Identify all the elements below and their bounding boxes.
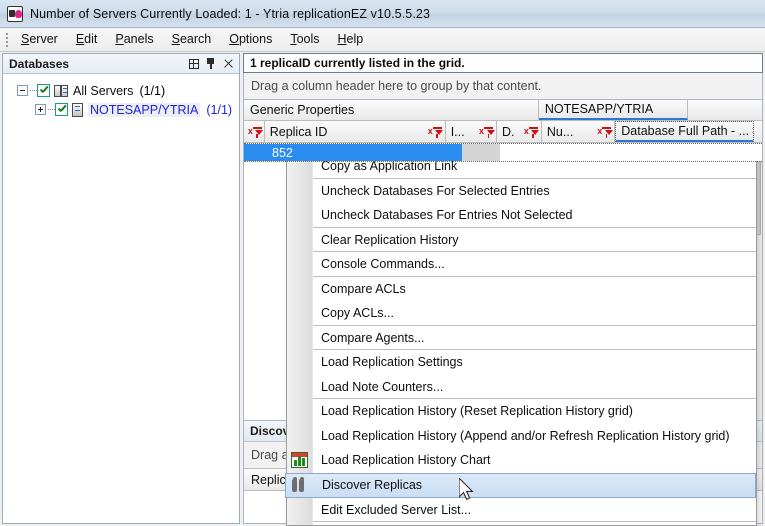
app-icon [7, 5, 23, 22]
menu-item-label: Load Note Counters... [321, 379, 444, 394]
menu-item-load-replication-history-reset[interactable]: Load Replication History (Reset Replicat… [313, 399, 756, 424]
databases-panel: Databases All Servers (1/1) NOTESAPP/YTR… [2, 53, 240, 524]
column-header-i[interactable]: I... x [445, 121, 498, 142]
filter-icon[interactable]: x [248, 126, 264, 138]
menu-item-load-replication-history-append[interactable]: Load Replication History (Append and/or … [313, 424, 756, 449]
menu-item-console-commands[interactable]: Console Commands... [313, 252, 756, 277]
tree-node-label: NOTESAPP/YTRIA [88, 102, 201, 117]
column-header-label: Replica ID [269, 124, 328, 139]
menu-item-label: Compare Agents... [321, 330, 425, 345]
filter-icon[interactable]: x [597, 126, 613, 138]
menu-server[interactable]: Server [12, 29, 67, 50]
databases-panel-header: Databases [3, 54, 239, 74]
menu-options[interactable]: Options [220, 29, 281, 50]
menu-item-uncheck-databases-not-selected[interactable]: Uncheck Databases For Entries Not Select… [313, 203, 756, 228]
grid-header-groups: Generic Properties NOTESAPP/YTRIA [244, 100, 762, 121]
column-header-database-full-path[interactable]: Database Full Path - ... x [615, 121, 755, 142]
menu-bar: Server Edit Panels Search Options Tools … [0, 28, 765, 52]
column-header-nu[interactable]: Nu... x [541, 121, 616, 142]
header-group-notesapp-ytria[interactable]: NOTESAPP/YTRIA [538, 100, 689, 120]
server-icon [72, 102, 83, 117]
grid-column-headers: x Replica ID x I... x D. x Nu... x Datab… [244, 121, 762, 143]
menu-item-label: Load Replication History (Append and/or … [321, 428, 730, 443]
databases-panel-title: Databases [9, 56, 70, 71]
column-header-replica-id[interactable]: Replica ID x [264, 121, 446, 142]
close-icon [223, 58, 234, 69]
header-group-generic-properties[interactable]: Generic Properties [244, 100, 539, 120]
menu-tools[interactable]: Tools [281, 29, 328, 50]
menu-grip-handle[interactable] [3, 28, 12, 52]
context-menu: Copy as Application Link Uncheck Databas… [285, 153, 757, 526]
column-header-label: D. [502, 124, 515, 139]
menu-help[interactable]: Help [329, 29, 373, 50]
filter-icon[interactable]: x [479, 126, 495, 138]
cell-truncated [462, 144, 500, 161]
menu-item-compare-acls[interactable]: Compare ACLs [313, 277, 756, 302]
menu-item-label: Compare ACLs [321, 281, 406, 296]
expander-collapse-icon[interactable] [17, 85, 28, 96]
menu-panels[interactable]: Panels [106, 29, 162, 50]
maximize-panel-button[interactable] [186, 56, 202, 72]
menu-item-discover-replicas[interactable]: Discover Replicas [285, 472, 756, 498]
table-row[interactable]: 852 [244, 143, 762, 162]
row-selector-cell[interactable] [244, 144, 266, 161]
title-bar: Number of Servers Currently Loaded: 1 - … [0, 0, 765, 28]
tree-node-all-servers[interactable]: All Servers (1/1) [3, 81, 239, 100]
pin-panel-button[interactable] [203, 56, 219, 72]
column-header-select-all[interactable]: x [244, 121, 265, 142]
menu-item-label: Console Commands... [321, 257, 445, 272]
header-group-empty [688, 100, 762, 120]
menu-item-copy-acls[interactable]: Copy ACLs... [313, 301, 756, 326]
people-icon [291, 476, 307, 493]
tree-node-count: (1/1) [139, 83, 166, 98]
menu-item-label: Load Replication History Chart [321, 453, 491, 468]
menu-item-label: Edit Excluded Server List... [321, 502, 472, 517]
servers-icon [54, 84, 68, 98]
column-header-label: Database Full Path - ... [621, 124, 750, 138]
menu-item-label: Copy ACLs... [321, 306, 394, 321]
group-by-dropzone[interactable]: Drag a column header here to group by th… [243, 73, 763, 100]
context-menu-items: Copy as Application Link Uncheck Databas… [285, 154, 756, 525]
menu-item-clear-replication-history[interactable]: Clear Replication History [313, 228, 756, 253]
menu-search[interactable]: Search [163, 29, 221, 50]
menu-item-load-note-counters[interactable]: Load Note Counters... [313, 375, 756, 400]
column-header-label: I... [450, 124, 465, 139]
filter-icon[interactable]: x [428, 126, 444, 138]
tree-node-notesapp-ytria[interactable]: NOTESAPP/YTRIA (1/1) [3, 100, 239, 119]
pin-icon [206, 58, 216, 69]
menu-item-label: Load Replication History (Reset Replicat… [321, 404, 633, 419]
chart-icon [291, 452, 308, 469]
tree-connector [30, 90, 37, 91]
application-window: Number of Servers Currently Loaded: 1 - … [0, 0, 765, 526]
menu-item-label: Uncheck Databases For Entries Not Select… [321, 208, 573, 223]
checkbox-notesapp-ytria[interactable] [55, 103, 68, 116]
menu-item-compare-agents[interactable]: Compare Agents... [313, 326, 756, 351]
databases-tree: All Servers (1/1) NOTESAPP/YTRIA (1/1) [3, 74, 239, 523]
menu-item-label: Discover Replicas [322, 478, 423, 492]
maximize-icon [189, 58, 199, 69]
menu-edit[interactable]: Edit [67, 29, 107, 50]
column-header-d[interactable]: D. x [497, 121, 542, 142]
tree-connector [48, 109, 55, 110]
column-header-label: Nu... [546, 124, 574, 139]
tree-node-count: (1/1) [206, 102, 233, 117]
filter-icon[interactable]: x [524, 126, 540, 138]
menu-item-label: Clear Replication History [321, 232, 459, 247]
cell-blank [500, 144, 762, 161]
menu-item-label: Load Replication Settings [321, 355, 463, 370]
menu-item-uncheck-databases-selected[interactable]: Uncheck Databases For Selected Entries [313, 179, 756, 204]
window-title: Number of Servers Currently Loaded: 1 - … [30, 6, 431, 21]
context-menu-icon-gutter [287, 154, 313, 525]
checkbox-all-servers[interactable] [37, 84, 50, 97]
menu-item-edit-excluded-server-list[interactable]: Edit Excluded Server List... [313, 498, 756, 523]
close-panel-button[interactable] [220, 56, 236, 72]
cell-replica-id[interactable]: 852 [266, 144, 462, 161]
menu-item-load-replication-settings[interactable]: Load Replication Settings [313, 350, 756, 375]
expander-expand-icon[interactable] [35, 104, 46, 115]
grid-status-bar: 1 replicaID currently listed in the grid… [243, 53, 763, 73]
tree-node-label: All Servers [73, 83, 134, 98]
menu-item-load-replication-history-chart[interactable]: Load Replication History Chart [291, 448, 756, 473]
column-header-spacer [754, 121, 762, 142]
menu-item-label: Uncheck Databases For Selected Entries [321, 183, 550, 198]
